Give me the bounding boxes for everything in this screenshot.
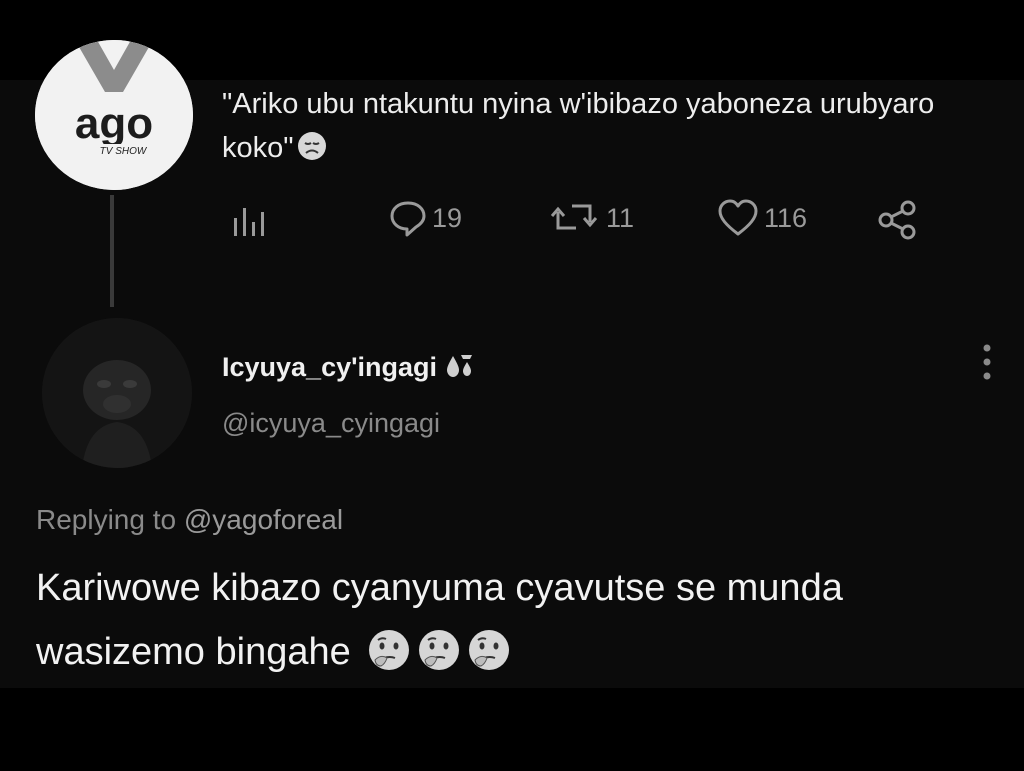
- replying-to-mention-link[interactable]: @yagoforeal: [184, 504, 343, 535]
- reply-count: 19: [432, 202, 463, 233]
- yago-logo-subtext: TV SHOW: [100, 146, 148, 157]
- like-count: 116: [764, 202, 808, 233]
- more-options-icon[interactable]: [978, 342, 996, 382]
- reply-bubble-icon: [390, 201, 426, 237]
- bottom-black-bar: [0, 688, 1024, 771]
- share-button[interactable]: [876, 200, 920, 240]
- tweet-thread: ago TV SHOW "Ariko ubu ntakuntu nyina w'…: [0, 40, 1024, 688]
- like-button[interactable]: 116: [716, 198, 807, 238]
- heart-icon: [718, 199, 758, 236]
- analytics-icon: [234, 208, 264, 236]
- tweet-action-bar: 19 11 116: [0, 198, 1024, 244]
- gorilla-face-icon: [42, 318, 192, 468]
- replying-to-line: Replying to @yagoforeal: [36, 504, 343, 536]
- parent-tweet-text: "Ariko ubu ntakuntu nyina w'ibibazo yabo…: [222, 82, 982, 170]
- thinking-face-icon: [417, 628, 461, 672]
- analytics-button[interactable]: [230, 200, 270, 240]
- share-icon: [878, 200, 916, 240]
- gorilla-avatar[interactable]: [42, 318, 192, 468]
- retweet-button[interactable]: 11: [550, 198, 634, 238]
- retweet-count: 11: [606, 202, 635, 233]
- yago-logo-icon: ago TV SHOW: [35, 40, 193, 190]
- display-name-text: Icyuya_cy'ingagi: [222, 352, 438, 382]
- yago-logo-text: ago: [75, 99, 153, 148]
- yago-avatar[interactable]: ago TV SHOW: [35, 40, 193, 190]
- parent-tweet-body: "Ariko ubu ntakuntu nyina w'ibibazo yabo…: [222, 88, 935, 164]
- sad-face-emoji-icon: [296, 130, 328, 162]
- reply-button[interactable]: 19: [388, 198, 462, 238]
- thinking-face-icon: [367, 628, 411, 672]
- retweet-icon: [550, 204, 598, 230]
- reply-tweet-text: Kariwowe kibazo cyanyuma cyavutse se mun…: [36, 556, 996, 684]
- reply-display-name[interactable]: Icyuya_cy'ingagi: [222, 352, 475, 383]
- sweat-droplets-icon: [446, 355, 472, 377]
- reply-handle[interactable]: @icyuya_cyingagi: [222, 408, 440, 439]
- thinking-face-icon: [467, 628, 511, 672]
- replying-prefix: Replying to: [36, 504, 177, 535]
